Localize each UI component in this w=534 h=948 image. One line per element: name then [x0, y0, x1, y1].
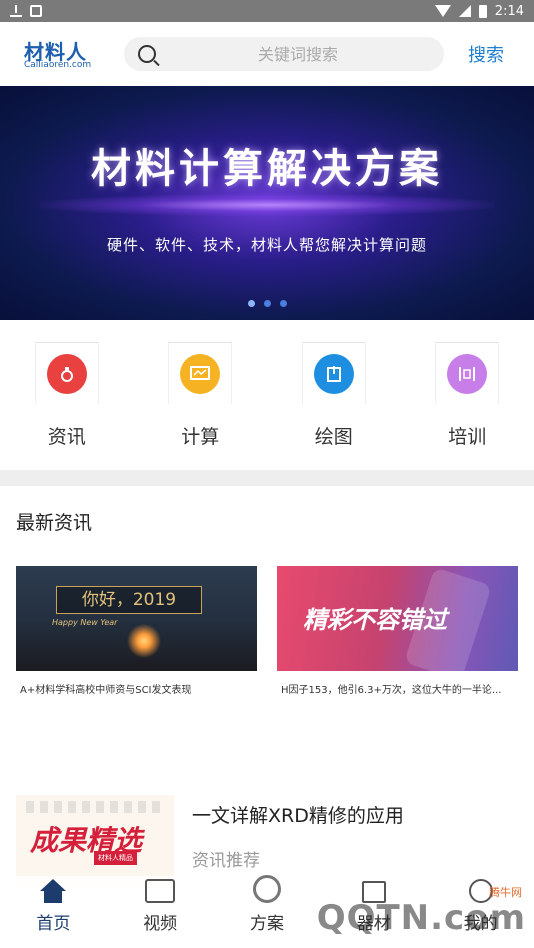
- nav-label: 方案: [249, 914, 284, 934]
- category-label: 资讯: [47, 426, 86, 448]
- status-left: [10, 5, 42, 17]
- draw-icon: [313, 353, 354, 394]
- home-icon: [38, 879, 68, 903]
- featured-title: 一文详解XRD精修的应用: [192, 805, 404, 827]
- category-draw[interactable]: 绘图: [299, 342, 369, 449]
- category-frame: [301, 342, 366, 404]
- news-image-subtext: Happy New Year: [52, 618, 118, 627]
- status-time: 2:14: [494, 3, 524, 19]
- news-caption: H因子153，他引6.3+万次，这位大牛的一半论...: [281, 685, 502, 696]
- nav-home[interactable]: 首页: [13, 879, 93, 934]
- news-image: 精彩不容错过: [277, 566, 518, 671]
- compute-icon: [180, 353, 221, 394]
- news-image-text: 精彩不容错过: [303, 606, 447, 634]
- featured-image: 成果精选 材料人精品: [16, 795, 174, 887]
- news-card[interactable]: 精彩不容错过 H因子153，他引6.3+万次，这位大牛的一半论...: [277, 566, 518, 696]
- search-icon: [138, 45, 156, 63]
- banner-dot[interactable]: [279, 300, 287, 307]
- category-label: 计算: [181, 426, 220, 448]
- notification-icon: [30, 5, 42, 17]
- featured-image-texture: [26, 801, 164, 813]
- news-grid: 你好，2019 Happy New Year A+材料学科高校中师资与SCI发文…: [0, 566, 534, 696]
- category-compute[interactable]: 计算: [165, 342, 235, 449]
- plan-icon: [252, 875, 281, 903]
- battery-icon: [478, 4, 487, 18]
- video-icon: [145, 879, 176, 903]
- news-icon: [46, 353, 87, 394]
- search-box[interactable]: [124, 37, 444, 71]
- nav-video[interactable]: 视频: [120, 879, 200, 934]
- app-header: 材料人 Cailiaoren.com 搜索: [0, 22, 534, 86]
- section-divider: [0, 470, 534, 486]
- training-icon: [447, 353, 488, 394]
- banner-pagination: [0, 300, 534, 307]
- featured-article[interactable]: 成果精选 材料人精品 一文详解XRD精修的应用 资讯推荐: [16, 795, 518, 887]
- signal-icon: [458, 5, 471, 17]
- app-logo[interactable]: 材料人 Cailiaoren.com: [24, 36, 106, 72]
- status-bar: 2:14: [0, 0, 534, 22]
- news-image: 你好，2019 Happy New Year: [16, 566, 257, 671]
- promo-banner[interactable]: 材料计算解决方案 硬件、软件、技术，材料人帮您解决计算问题: [0, 86, 534, 320]
- category-frame: [435, 342, 500, 404]
- category-news[interactable]: 资讯: [32, 342, 102, 449]
- banner-subtitle: 硬件、软件、技术，材料人帮您解决计算问题: [106, 236, 427, 254]
- banner-title: 材料计算解决方案: [91, 146, 443, 192]
- news-caption: A+材料学科高校中师资与SCI发文表现: [20, 685, 192, 696]
- category-label: 绘图: [314, 426, 353, 448]
- watermark: 腾牛网 QQTN.com: [317, 884, 526, 942]
- status-right: 2:14: [434, 3, 524, 19]
- nav-label: 首页: [36, 914, 71, 934]
- search-button[interactable]: 搜索: [468, 41, 504, 67]
- watermark-text: QQTN.com: [316, 898, 526, 938]
- logo-subtext: Cailiaoren.com: [24, 60, 92, 70]
- category-label: 培训: [448, 426, 487, 448]
- nav-plan[interactable]: 方案: [227, 875, 307, 934]
- category-frame: [168, 342, 233, 404]
- search-input[interactable]: [166, 44, 430, 64]
- category-nav: 资讯 计算 绘图 培训: [0, 320, 534, 470]
- featured-tag: 资讯推荐: [192, 851, 260, 871]
- category-frame: [34, 342, 99, 404]
- nav-label: 视频: [143, 914, 178, 934]
- category-training[interactable]: 培训: [432, 342, 502, 449]
- latest-news-title: 最新资讯: [16, 512, 93, 534]
- sparkler-graphic: [124, 624, 164, 658]
- news-image-text: 你好，2019: [56, 586, 202, 614]
- banner-dot[interactable]: [263, 300, 271, 307]
- wifi-icon: [434, 5, 451, 17]
- download-icon: [10, 5, 22, 17]
- featured-text: 一文详解XRD精修的应用 资讯推荐: [192, 795, 404, 887]
- featured-image-tag: 材料人精品: [94, 851, 137, 865]
- banner-dot[interactable]: [247, 300, 255, 307]
- news-card[interactable]: 你好，2019 Happy New Year A+材料学科高校中师资与SCI发文…: [16, 566, 257, 696]
